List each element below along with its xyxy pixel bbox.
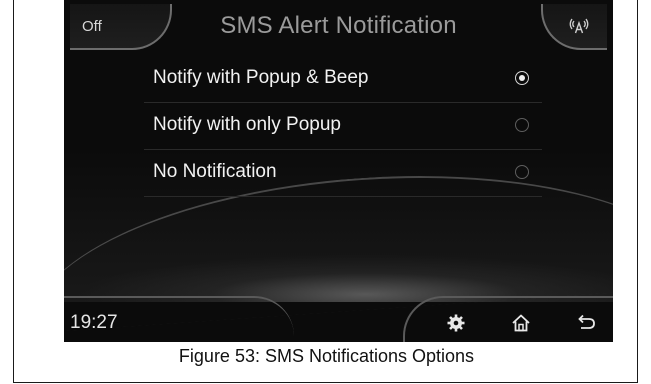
screen-title: SMS Alert Notification: [220, 12, 457, 39]
option-only-popup[interactable]: Notify with only Popup: [144, 103, 542, 150]
figure-frame: Off SMS Alert Notification Notify with P…: [13, 0, 638, 383]
back-icon[interactable]: [575, 312, 597, 334]
header-bar: Off SMS Alert Notification: [64, 0, 613, 54]
controls-area: [403, 296, 613, 342]
option-popup-and-beep[interactable]: Notify with Popup & Beep: [144, 56, 542, 103]
home-icon[interactable]: [510, 312, 532, 334]
clock-area: 19:27: [64, 296, 294, 342]
signal-icon: [569, 18, 589, 34]
notification-options-list: Notify with Popup & Beep Notify with onl…: [144, 56, 542, 197]
radio-unselected-icon[interactable]: [515, 118, 529, 132]
option-no-notification[interactable]: No Notification: [144, 150, 542, 197]
option-label: No Notification: [153, 161, 277, 182]
radio-unselected-icon[interactable]: [515, 165, 529, 179]
footer-bar: 19:27: [64, 296, 613, 342]
option-label: Notify with Popup & Beep: [153, 67, 369, 88]
clock-time: 19:27: [70, 312, 118, 333]
figure-caption: Figure 53: SMS Notifications Options: [178, 346, 475, 366]
signal-button[interactable]: [541, 4, 607, 50]
option-label: Notify with only Popup: [153, 114, 341, 135]
head-unit-screen: Off SMS Alert Notification Notify with P…: [64, 0, 613, 342]
settings-icon[interactable]: [445, 312, 467, 334]
radio-selected-icon[interactable]: [515, 71, 529, 85]
